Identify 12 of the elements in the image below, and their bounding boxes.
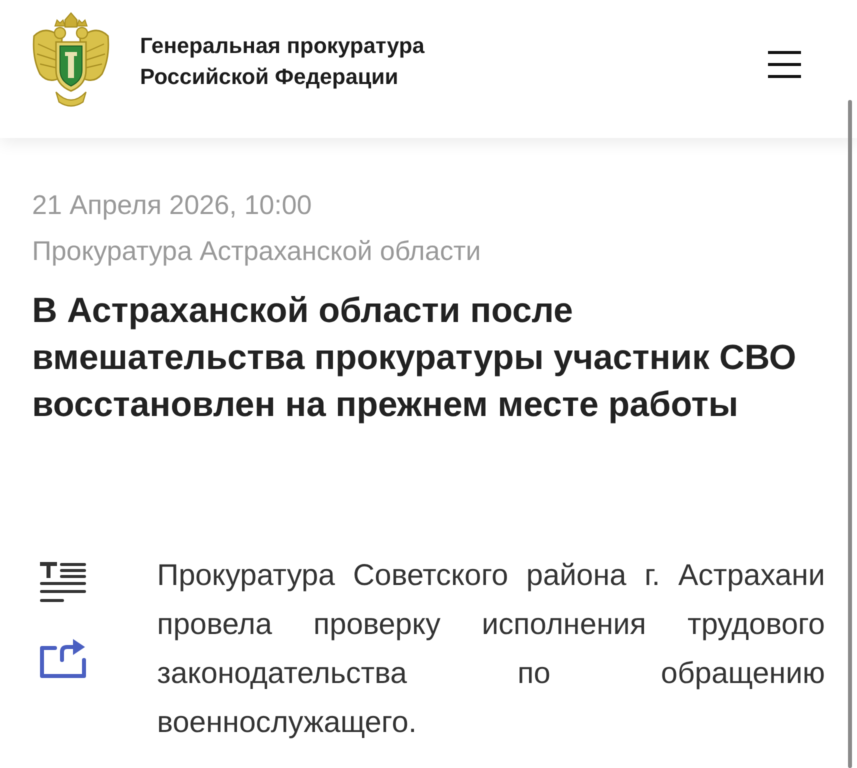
source-link[interactable]: Прокуратура Астраханской области <box>32 235 481 267</box>
article-headline: В Астраханской области после вмешательства прокуратуры участник СВО восстановлен на прежнем месте работы <box>32 290 796 426</box>
site-title: Генеральная прокуратура Российской Федерации <box>140 32 424 91</box>
share-icon <box>40 636 86 678</box>
article-paragraph: Прокуратура Советского района г. Астрахани провела проверку исполнения трудового законодательства по обращению военнослужащего. <box>157 558 825 741</box>
menu-icon <box>768 50 801 78</box>
menu-button[interactable] <box>766 48 803 80</box>
share-button[interactable] <box>40 636 86 678</box>
scrollbar-thumb[interactable] <box>848 100 852 768</box>
text-format-icon <box>40 562 86 604</box>
publish-date: 21 Апреля 2026, 10:00 <box>32 189 312 221</box>
text-size-button[interactable] <box>40 562 86 604</box>
